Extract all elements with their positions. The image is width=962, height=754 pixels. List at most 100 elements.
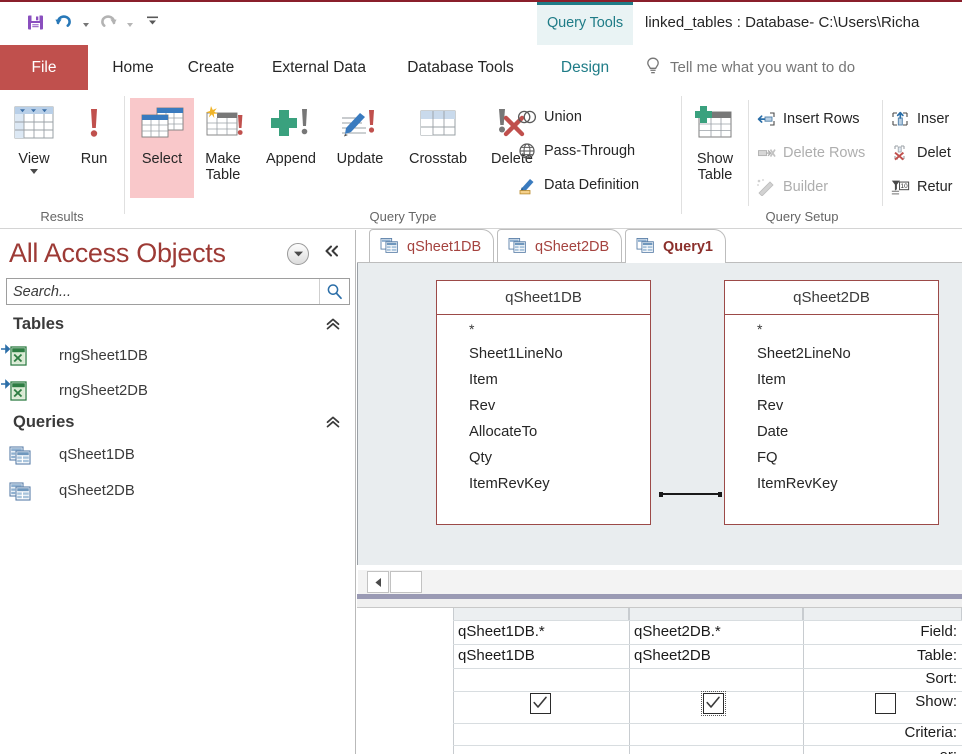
design-pane-horizontal-scrollbar[interactable] bbox=[358, 570, 962, 594]
join-line[interactable] bbox=[661, 493, 720, 495]
design-field[interactable]: Sheet1LineNo bbox=[469, 341, 650, 367]
design-field[interactable]: ItemRevKey bbox=[469, 471, 650, 497]
nav-item-qsheet2db[interactable]: qSheet2DB bbox=[0, 476, 356, 506]
double-chevron-up-icon[interactable] bbox=[325, 317, 341, 336]
select-query-button[interactable]: Select bbox=[130, 98, 194, 198]
undo-icon[interactable] bbox=[51, 10, 77, 34]
insert-columns-button[interactable]: Inser bbox=[890, 106, 949, 132]
pane-splitter[interactable] bbox=[357, 599, 962, 608]
show-table-button[interactable]: Show Table bbox=[682, 98, 748, 198]
scroll-left-button[interactable] bbox=[367, 571, 389, 593]
delete-columns-label: Delet bbox=[917, 145, 951, 161]
search-box[interactable] bbox=[6, 278, 350, 305]
query-design-upper-pane: qSheet1DB * Sheet1LineNo Item Rev Alloca… bbox=[357, 263, 962, 565]
title-bar: Query Tools linked_tables : Database- C:… bbox=[0, 0, 962, 47]
search-icon[interactable] bbox=[319, 279, 349, 304]
doc-tab-qsheet2db[interactable]: qSheet2DB bbox=[497, 229, 623, 263]
tell-me-box[interactable]: Tell me what you want to do bbox=[645, 45, 855, 90]
design-field[interactable]: Item bbox=[757, 367, 938, 393]
show-table-label-line2: Table bbox=[697, 167, 733, 184]
nav-group-queries[interactable]: Queries bbox=[0, 411, 356, 439]
grid-table-cell[interactable]: qSheet1DB bbox=[458, 647, 535, 664]
nav-item-rngsheet1db[interactable]: rngSheet1DB bbox=[0, 341, 356, 371]
search-input[interactable] bbox=[7, 279, 319, 304]
crosstab-button[interactable]: Crosstab bbox=[397, 98, 479, 198]
grid-column-selector[interactable] bbox=[453, 608, 629, 620]
design-field[interactable]: Item bbox=[469, 367, 650, 393]
design-field[interactable]: Date bbox=[757, 419, 938, 445]
insert-rows-label: Insert Rows bbox=[783, 111, 860, 127]
tab-home[interactable]: Home bbox=[96, 45, 170, 90]
make-table-button[interactable]: Make Table bbox=[191, 98, 255, 198]
grid-field-cell[interactable]: qSheet1DB.* bbox=[458, 623, 545, 640]
design-table-title: qSheet1DB bbox=[437, 281, 650, 315]
grid-table-cell[interactable]: qSheet2DB bbox=[634, 647, 711, 664]
view-button[interactable]: View bbox=[2, 98, 66, 198]
design-field[interactable]: ItemRevKey bbox=[757, 471, 938, 497]
design-table-star[interactable]: * bbox=[757, 321, 938, 341]
save-icon[interactable] bbox=[22, 10, 48, 34]
insert-rows-button[interactable]: Insert Rows bbox=[756, 106, 860, 132]
return-button[interactable]: 10 Retur bbox=[890, 174, 952, 200]
svg-text:10: 10 bbox=[901, 183, 909, 190]
nav-item-rngsheet2db[interactable]: rngSheet2DB bbox=[0, 376, 356, 406]
double-chevron-left-icon[interactable] bbox=[323, 244, 340, 261]
undo-dropdown-icon[interactable] bbox=[80, 10, 92, 34]
design-table-qsheet1db[interactable]: qSheet1DB * Sheet1LineNo Item Rev Alloca… bbox=[436, 280, 651, 525]
tab-external-data[interactable]: External Data bbox=[252, 45, 386, 90]
run-button[interactable]: Run bbox=[62, 98, 126, 198]
select-label: Select bbox=[141, 151, 183, 167]
insert-columns-label: Inser bbox=[917, 111, 950, 127]
tab-database-tools[interactable]: Database Tools bbox=[388, 45, 533, 90]
grid-show-checkbox[interactable] bbox=[701, 691, 726, 716]
design-field[interactable]: Rev bbox=[757, 393, 938, 419]
doc-tab-qsheet1db[interactable]: qSheet1DB bbox=[369, 229, 495, 263]
pass-through-button[interactable]: Pass-Through bbox=[517, 138, 635, 164]
nav-item-label: rngSheet1DB bbox=[59, 348, 148, 364]
design-field[interactable]: AllocateTo bbox=[469, 419, 650, 445]
chevron-down-circle-icon[interactable] bbox=[287, 243, 309, 265]
ribbon: View Run Results Select Make Table Appen… bbox=[0, 90, 962, 229]
view-datasheet-icon bbox=[11, 98, 57, 150]
design-field[interactable]: Qty bbox=[469, 445, 650, 471]
tab-file[interactable]: File bbox=[0, 45, 88, 90]
scrollbar-thumb[interactable] bbox=[390, 571, 422, 593]
union-label: Union bbox=[544, 109, 582, 125]
design-field[interactable]: Rev bbox=[469, 393, 650, 419]
append-button[interactable]: Append bbox=[253, 98, 329, 198]
customize-quick-access-icon[interactable] bbox=[139, 10, 165, 34]
design-table-title: qSheet2DB bbox=[725, 281, 938, 315]
grid-show-checkbox[interactable] bbox=[875, 693, 896, 714]
grid-column-selector[interactable] bbox=[803, 608, 962, 620]
grid-show-checkbox[interactable] bbox=[530, 693, 551, 714]
delete-rows-button[interactable]: Delete Rows bbox=[756, 140, 865, 166]
grid-row-header-column bbox=[357, 608, 453, 754]
grid-field-cell[interactable]: qSheet2DB.* bbox=[634, 623, 721, 640]
design-table-qsheet2db[interactable]: qSheet2DB * Sheet2LineNo Item Rev Date F… bbox=[724, 280, 939, 525]
builder-button[interactable]: Builder bbox=[756, 174, 828, 200]
design-field[interactable]: Sheet2LineNo bbox=[757, 341, 938, 367]
delete-columns-icon bbox=[890, 143, 910, 163]
update-button[interactable]: Update bbox=[323, 98, 397, 198]
tab-create[interactable]: Create bbox=[172, 45, 250, 90]
double-chevron-up-icon[interactable] bbox=[325, 415, 341, 434]
design-field[interactable]: FQ bbox=[757, 445, 938, 471]
document-title: linked_tables : Database- C:\Users\Richa bbox=[645, 14, 920, 31]
union-button[interactable]: Union bbox=[517, 104, 582, 130]
view-dropdown-icon[interactable] bbox=[30, 169, 38, 175]
contextual-tab-accent bbox=[537, 2, 633, 5]
navigation-pane: All Access Objects Tables bbox=[0, 230, 356, 754]
join-line-endpoint bbox=[718, 491, 722, 497]
design-table-star[interactable]: * bbox=[469, 321, 650, 341]
doc-tab-label: Query1 bbox=[663, 238, 713, 255]
tab-design[interactable]: Design bbox=[537, 45, 633, 90]
doc-tab-query1[interactable]: Query1 bbox=[625, 229, 726, 263]
nav-item-qsheet1db[interactable]: qSheet1DB bbox=[0, 440, 356, 470]
delete-columns-button[interactable]: Delet bbox=[890, 140, 951, 166]
data-definition-label: Data Definition bbox=[544, 177, 640, 193]
redo-dropdown-icon[interactable] bbox=[124, 10, 136, 34]
grid-column-selector[interactable] bbox=[629, 608, 803, 620]
redo-icon[interactable] bbox=[95, 10, 121, 34]
nav-group-tables[interactable]: Tables bbox=[0, 313, 356, 341]
data-definition-button[interactable]: Data Definition bbox=[517, 172, 639, 198]
